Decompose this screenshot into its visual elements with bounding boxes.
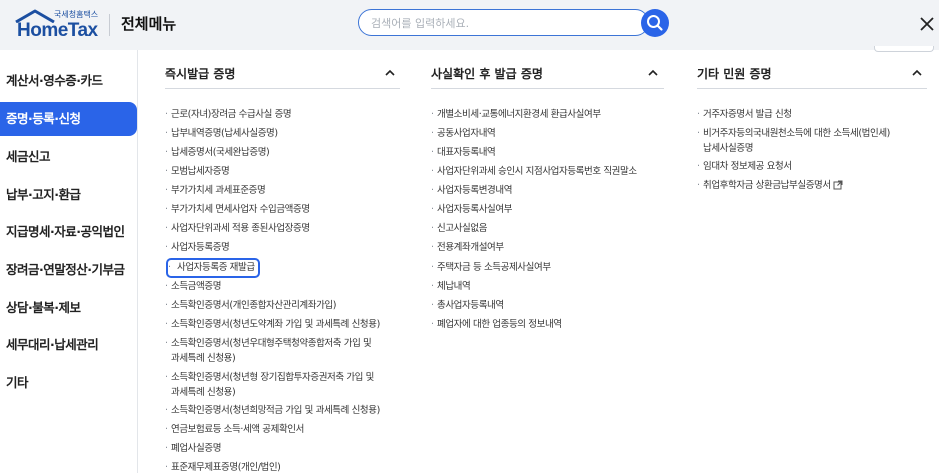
list-item[interactable]: · 전용계좌개설여부	[431, 241, 504, 255]
sidebar-item-payment[interactable]: 납부·고지·환급	[0, 178, 137, 212]
list-item[interactable]: · 사업자단위과세 적용 종된사업장증명	[165, 222, 310, 236]
list-item[interactable]: · 총사업자등록내역	[431, 299, 504, 313]
list-item[interactable]: · 개별소비세·교통에너지환경세 환급사실여부	[431, 108, 601, 122]
column-heading: 사실확인 후 발급 증명	[431, 67, 543, 81]
list-item[interactable]: · 임대차 정보제공 요청서	[697, 160, 792, 174]
external-link-icon	[833, 180, 843, 190]
list-item[interactable]: · 체납내역	[431, 280, 471, 294]
search-icon	[647, 15, 663, 31]
list-item[interactable]: · 납세증명서(국세완납증명)	[165, 146, 270, 160]
sidebar-item-invoice[interactable]: 계산서·영수증·카드	[0, 64, 137, 98]
list-item[interactable]: · 폐업자에 대한 업종등의 정보내역	[431, 318, 562, 332]
list-item[interactable]: · 모범납세자증명	[165, 165, 230, 179]
chevron-up-icon[interactable]	[646, 66, 660, 80]
sidebar-item-incentive[interactable]: 장려금·연말정산·기부금	[0, 253, 137, 287]
header: 국세청홈택스 HomeTax 전체메뉴	[0, 0, 939, 50]
search-input[interactable]	[371, 14, 626, 32]
list-item[interactable]: · 소득확인증명서(청년우대형주택청약종합저축 가입 및	[165, 337, 372, 351]
hometax-logo[interactable]: 국세청홈택스 HomeTax	[14, 9, 98, 41]
sidebar-border	[137, 50, 138, 473]
list-item[interactable]: · 소득금액증명	[165, 280, 221, 294]
sidebar-item-consult[interactable]: 상담·불복·제보	[0, 291, 137, 325]
list-item[interactable]: · 근로(자녀)장려금 수급사실 증명	[165, 108, 292, 122]
list-item[interactable]: · 소득확인증명서(청년희망적금 가입 및 과세특례 신청용)	[165, 404, 380, 418]
list-item[interactable]: · 사업자등록사실여부	[431, 203, 512, 217]
column-heading: 기타 민원 증명	[697, 67, 772, 81]
sidebar: 계산서·영수증·카드 증명·등록·신청 세금신고 납부·고지·환급 지급명세·자…	[0, 50, 137, 473]
sidebar-item-statement[interactable]: 지급명세·자료·공익법인	[0, 215, 137, 249]
list-item[interactable]: · 표준재무제표증명(개인/법인)	[165, 461, 281, 475]
logo-subtext: 국세청홈택스	[54, 10, 99, 19]
search-box	[358, 9, 649, 36]
list-item-highlighted[interactable]: · 사업자등록증 재발급	[166, 258, 260, 278]
list-item[interactable]: · 사업자등록변경내역	[431, 184, 512, 198]
list-item[interactable]: · 부가가치세 면세사업자 수입금액증명	[165, 203, 310, 217]
list-item[interactable]: · 소득확인증명서(청년형 장기집합투자증권저축 가입 및	[165, 371, 374, 385]
list-item[interactable]: · 납부내역증명(납세사실증명)	[165, 127, 278, 141]
page-title: 전체메뉴	[121, 15, 177, 33]
list-item[interactable]: · 주택자금 등 소득공제사실여부	[431, 261, 551, 275]
header-divider	[109, 14, 110, 36]
column-divider	[431, 88, 664, 89]
list-item[interactable]: · 취업후학자금 상환금납부실증명서	[697, 179, 843, 193]
list-item[interactable]: · 소득확인증명서(개인종합자산관리계좌가입)	[165, 299, 336, 313]
sidebar-item-tax-return[interactable]: 세금신고	[0, 140, 137, 174]
list-item[interactable]: · 공동사업자내역	[431, 127, 496, 141]
list-item[interactable]: · 신고사실없음	[431, 222, 487, 236]
list-item-continued[interactable]: 납세사실증명	[703, 142, 753, 156]
list-item[interactable]: · 소득확인증명서(청년도약계좌 가입 및 과세특례 신청용)	[165, 318, 380, 332]
top-right-tab[interactable]	[874, 46, 934, 52]
chevron-up-icon[interactable]	[910, 66, 924, 80]
close-button[interactable]	[917, 14, 937, 34]
list-item[interactable]: · 부가가치세 과세표준증명	[165, 184, 266, 198]
close-icon	[920, 17, 934, 31]
sidebar-item-etc[interactable]: 기타	[0, 366, 137, 400]
list-item[interactable]: · 사업자단위과세 승인시 지점사업자등록번호 직권말소	[431, 165, 637, 179]
list-item[interactable]: · 사업자등록증명	[165, 241, 230, 255]
list-item[interactable]: · 대표자등록내역	[431, 146, 496, 160]
list-item[interactable]: · 연금보험료등 소득·세액 공제확인서	[165, 423, 304, 437]
list-item[interactable]: · 거주자증명서 발급 신청	[697, 108, 792, 122]
chevron-up-icon[interactable]	[383, 66, 397, 80]
column-heading: 즉시발급 증명	[165, 67, 236, 81]
sidebar-item-agent[interactable]: 세무대리·납세관리	[0, 328, 137, 362]
list-item[interactable]: · 폐업사실증명	[165, 442, 221, 456]
list-item-continued[interactable]: 과세특례 신청용)	[171, 386, 236, 400]
column-divider	[165, 88, 400, 89]
column-divider	[697, 88, 927, 89]
logo-text: HomeTax	[17, 20, 98, 41]
sidebar-item-certificate[interactable]: 증명·등록·신청	[0, 102, 137, 136]
list-item[interactable]: · 비거주자등의국내원천소득에 대한 소득세(법인세)	[697, 127, 890, 141]
list-item-continued[interactable]: 과세특례 신청용)	[171, 352, 236, 366]
search-button[interactable]	[641, 9, 669, 37]
